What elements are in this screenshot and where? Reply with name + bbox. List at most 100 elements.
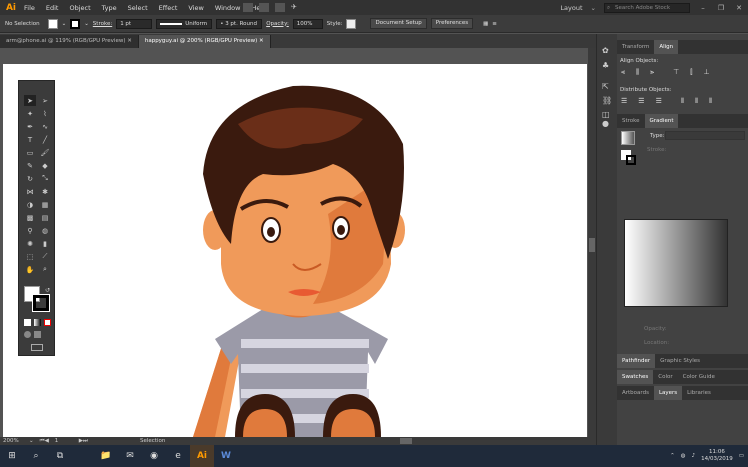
align-top-icon[interactable]: ⊤: [673, 68, 679, 77]
minimize-button[interactable]: –: [698, 4, 708, 12]
last-artboard-icon[interactable]: ⏭: [83, 438, 88, 445]
menu-type[interactable]: Type: [102, 4, 117, 12]
file-explorer-icon[interactable]: 📁: [94, 445, 118, 467]
status-tool[interactable]: Selection: [140, 438, 165, 444]
prev-artboard-icon[interactable]: ◀: [45, 438, 49, 444]
chevron-down-icon[interactable]: ⌄: [84, 21, 89, 27]
tab-libraries[interactable]: Libraries: [682, 386, 716, 400]
align-center-v-icon[interactable]: ⫿: [690, 68, 692, 77]
menu-edit[interactable]: Edit: [46, 4, 59, 12]
none-mode-icon[interactable]: [44, 319, 51, 326]
variable-width-profile[interactable]: Uniform: [156, 18, 213, 29]
tab-stroke[interactable]: Stroke: [617, 114, 645, 128]
pen-tool-icon[interactable]: ✒: [24, 121, 36, 132]
opacity-field[interactable]: 100%: [292, 18, 323, 29]
workspace-switcher[interactable]: Layout: [560, 4, 582, 12]
task-view-icon[interactable]: ⧉: [48, 445, 72, 467]
preferences-button[interactable]: Preferences: [430, 18, 474, 29]
artboard-tool-icon[interactable]: ⬚: [24, 251, 36, 262]
bridge-icon[interactable]: [243, 3, 253, 12]
distribute-top-icon[interactable]: ☰: [621, 97, 627, 106]
chevron-down-icon[interactable]: ⌄: [29, 438, 34, 444]
gradient-type-select[interactable]: [665, 131, 745, 140]
align-left-icon[interactable]: ⫷: [621, 68, 625, 77]
tab-artboards[interactable]: Artboards: [617, 386, 654, 400]
screen-mode-icon[interactable]: [31, 344, 43, 351]
tab-layers[interactable]: Layers: [653, 386, 683, 400]
zoom-level[interactable]: 200%: [3, 438, 29, 444]
document-setup-button[interactable]: Document Setup: [370, 18, 427, 29]
type-tool-icon[interactable]: T: [24, 134, 36, 145]
graphic-style-swatch[interactable]: [346, 18, 357, 29]
distribute-center-v-icon[interactable]: ☰: [638, 97, 644, 106]
fill-swatch[interactable]: [47, 18, 58, 29]
gpu-performance-icon[interactable]: ✈: [291, 3, 301, 12]
hand-tool-icon[interactable]: ✋: [24, 264, 36, 275]
stock-search-input[interactable]: ⌕ Search Adobe Stock: [604, 2, 690, 13]
menu-view[interactable]: View: [188, 4, 203, 12]
direct-selection-tool-icon[interactable]: ➢: [39, 95, 51, 106]
stroke-color-box[interactable]: [32, 294, 50, 312]
align-bottom-icon[interactable]: ⊥: [704, 68, 710, 77]
selection-tool-icon[interactable]: ➤: [24, 95, 36, 106]
vertical-scrollbar[interactable]: [588, 48, 596, 437]
brushes-icon[interactable]: ✿: [602, 46, 609, 55]
links-icon[interactable]: ⛓: [602, 96, 612, 105]
draw-mode-icon[interactable]: [24, 331, 31, 338]
mesh-tool-icon[interactable]: ▩: [24, 212, 36, 223]
tab-graphic-styles[interactable]: Graphic Styles: [655, 354, 705, 368]
windows-start-icon[interactable]: ⊞: [0, 445, 24, 467]
tab-arm-phone[interactable]: arm@phone.ai @ 119% (RGB/GPU Preview) ✕: [0, 35, 139, 48]
menu-file[interactable]: File: [24, 4, 35, 12]
tab-swatches[interactable]: Swatches: [617, 370, 654, 384]
tab-gradient[interactable]: Gradient: [644, 114, 679, 128]
edge-icon[interactable]: e: [166, 445, 190, 467]
paintbrush-tool-icon[interactable]: 🖌: [39, 147, 51, 158]
tab-color-guide[interactable]: Color Guide: [678, 370, 720, 384]
menu-effect[interactable]: Effect: [159, 4, 178, 12]
panel-menu-icon[interactable]: ≡: [492, 21, 497, 27]
tray-up-icon[interactable]: ⌃: [670, 453, 675, 459]
arrange-docs-icon[interactable]: [275, 3, 285, 12]
maximize-button[interactable]: ❐: [716, 4, 726, 12]
gradient-tool-icon[interactable]: ▤: [39, 212, 51, 223]
gradient-stroke-box[interactable]: [626, 155, 636, 165]
chevron-down-icon[interactable]: ⌄: [62, 21, 67, 27]
character-illustration[interactable]: [3, 64, 587, 437]
width-tool-icon[interactable]: ⋈: [24, 186, 36, 197]
stroke-weight-field[interactable]: 1 pt: [116, 18, 153, 29]
menu-select[interactable]: Select: [128, 4, 148, 12]
lasso-tool-icon[interactable]: ⌇: [39, 108, 51, 119]
stroke-label[interactable]: Stroke:: [93, 21, 112, 27]
swap-colors-icon[interactable]: ↺: [45, 287, 50, 294]
curvature-tool-icon[interactable]: ∿: [39, 121, 51, 132]
notifications-icon[interactable]: ▭: [739, 453, 744, 459]
stroke-swatch[interactable]: [70, 18, 81, 29]
scale-tool-icon[interactable]: ⤡: [39, 173, 51, 184]
column-graph-tool-icon[interactable]: ▮: [39, 238, 51, 249]
puppet-warp-tool-icon[interactable]: ✱: [39, 186, 51, 197]
vertical-scroll-thumb[interactable]: [589, 238, 595, 252]
draw-behind-icon[interactable]: [34, 331, 41, 338]
shape-builder-tool-icon[interactable]: ◑: [24, 199, 36, 210]
line-tool-icon[interactable]: ╱: [39, 134, 51, 145]
artboard-number[interactable]: 1: [55, 438, 79, 444]
artboard[interactable]: [3, 64, 587, 437]
tab-align[interactable]: Align: [654, 40, 679, 54]
word-icon[interactable]: W: [214, 445, 238, 467]
align-center-h-icon[interactable]: ⫼: [636, 68, 639, 77]
symbol-sprayer-tool-icon[interactable]: ✺: [24, 238, 36, 249]
gradient-thumbnail[interactable]: [621, 131, 635, 145]
mail-icon[interactable]: ✉: [118, 445, 142, 467]
slice-tool-icon[interactable]: ⟋: [39, 251, 51, 262]
clock[interactable]: 11:06 14/03/2019: [701, 449, 733, 463]
chevron-down-icon[interactable]: ⌄: [591, 4, 596, 12]
arrange-icon[interactable]: ▦: [483, 21, 488, 27]
gradient-mode-icon[interactable]: [34, 319, 41, 326]
close-button[interactable]: ✕: [734, 4, 744, 12]
navigator-icon[interactable]: ◫: [602, 110, 610, 119]
eraser-tool-icon[interactable]: ◆: [39, 160, 51, 171]
tab-happyguy[interactable]: happyguy.ai @ 200% (RGB/GPU Preview) ✕: [138, 35, 271, 48]
canvas-area[interactable]: [0, 48, 588, 437]
distribute-center-h-icon[interactable]: ⦀: [695, 97, 698, 106]
